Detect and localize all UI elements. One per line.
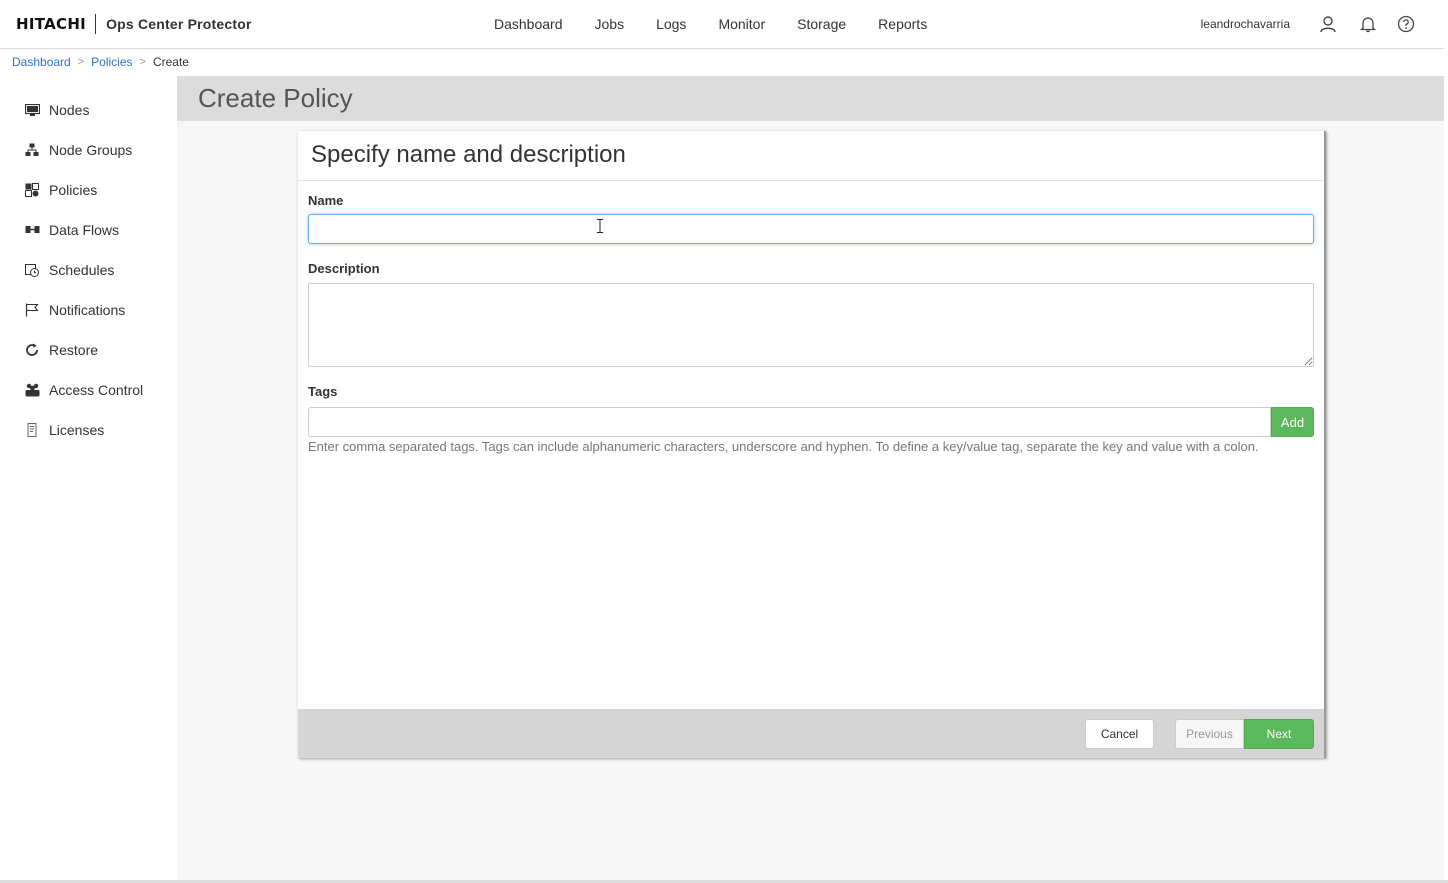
previous-button[interactable]: Previous (1175, 719, 1244, 749)
tags-input[interactable] (308, 407, 1271, 437)
cancel-button[interactable]: Cancel (1085, 719, 1154, 749)
sidebar-item-schedules[interactable]: Schedules (24, 258, 114, 282)
page-header: Create Policy (177, 76, 1444, 121)
help-icon[interactable] (1396, 14, 1416, 34)
breadcrumb-separator: > (77, 56, 85, 68)
sidebar-item-label: Nodes (49, 102, 90, 118)
next-button[interactable]: Next (1244, 719, 1314, 749)
sidebar-item-label: Licenses (49, 422, 105, 438)
breadcrumb-dashboard[interactable]: Dashboard (12, 55, 71, 69)
add-tag-button[interactable]: Add (1271, 407, 1314, 437)
sidebar-item-label: Node Groups (49, 142, 133, 158)
sidebar-item-nodes[interactable]: Nodes (24, 98, 89, 122)
username[interactable]: leandrochavarria (1201, 17, 1290, 31)
text-cursor-icon (597, 219, 603, 233)
schedules-icon (24, 262, 40, 278)
hitachi-logo: HITACHI (16, 15, 87, 33)
policies-icon (24, 182, 40, 198)
sidebar-item-label: Data Flows (49, 222, 120, 238)
sidebar-item-notifications[interactable]: Notifications (24, 298, 125, 322)
nav-logs[interactable]: Logs (640, 0, 702, 48)
sidebar-item-label: Access Control (49, 382, 144, 398)
sidebar-item-node-groups[interactable]: Node Groups (24, 138, 132, 162)
user-area: leandrochavarria (1201, 0, 1416, 48)
brand[interactable]: HITACHI Ops Center Protector (16, 13, 252, 35)
page-title: Create Policy (198, 83, 353, 113)
sidebar-item-policies[interactable]: Policies (24, 178, 97, 202)
top-navbar: HITACHI Ops Center Protector Dashboard J… (0, 0, 1444, 49)
flag-icon (24, 302, 40, 318)
nav-dashboard[interactable]: Dashboard (478, 0, 579, 48)
wizard-footer: Cancel Previous Next (298, 709, 1324, 758)
sidebar-item-label: Schedules (49, 262, 115, 278)
step-title: Specify name and description (311, 141, 626, 168)
sidebar-item-licenses[interactable]: Licenses (24, 418, 104, 442)
sidebar-item-data-flows[interactable]: Data Flows (24, 218, 119, 242)
monitor-icon (24, 102, 40, 118)
breadcrumb: Dashboard > Policies > Create (12, 54, 189, 70)
breadcrumb-policies[interactable]: Policies (91, 55, 132, 69)
policy-wizard-card: Specify name and description Name Descri… (298, 131, 1326, 758)
bell-icon[interactable] (1358, 14, 1378, 34)
breadcrumb-separator: > (139, 56, 146, 68)
restore-icon (24, 342, 40, 358)
sidebar-item-access-control[interactable]: Access Control (24, 378, 143, 402)
description-textarea[interactable] (308, 283, 1314, 367)
tags-help-text: Enter comma separated tags. Tags can inc… (308, 439, 1259, 454)
brand-divider (95, 14, 97, 34)
sidebar-item-label: Notifications (49, 302, 126, 318)
nav-monitor[interactable]: Monitor (702, 0, 781, 48)
sidebar-item-restore[interactable]: Restore (24, 338, 98, 362)
node-groups-icon (24, 142, 40, 158)
sidebar-item-label: Restore (49, 342, 99, 358)
user-icon[interactable] (1318, 14, 1338, 34)
product-name: Ops Center Protector (106, 16, 252, 32)
divider (298, 180, 1324, 181)
license-icon (24, 422, 40, 438)
description-label: Description (308, 261, 380, 276)
main-nav: Dashboard Jobs Logs Monitor Storage Repo… (478, 0, 943, 48)
sidebar-item-label: Policies (49, 182, 98, 198)
nav-storage[interactable]: Storage (781, 0, 862, 48)
data-flows-icon (24, 222, 40, 238)
name-input[interactable] (308, 214, 1314, 244)
tags-label: Tags (308, 384, 338, 399)
breadcrumb-current: Create (152, 55, 189, 69)
sidebar: Nodes Node Groups Policies Data Flows Sc… (0, 76, 177, 881)
nav-jobs[interactable]: Jobs (579, 0, 641, 48)
name-label: Name (308, 193, 344, 208)
users-icon (24, 382, 40, 398)
nav-reports[interactable]: Reports (862, 0, 943, 48)
